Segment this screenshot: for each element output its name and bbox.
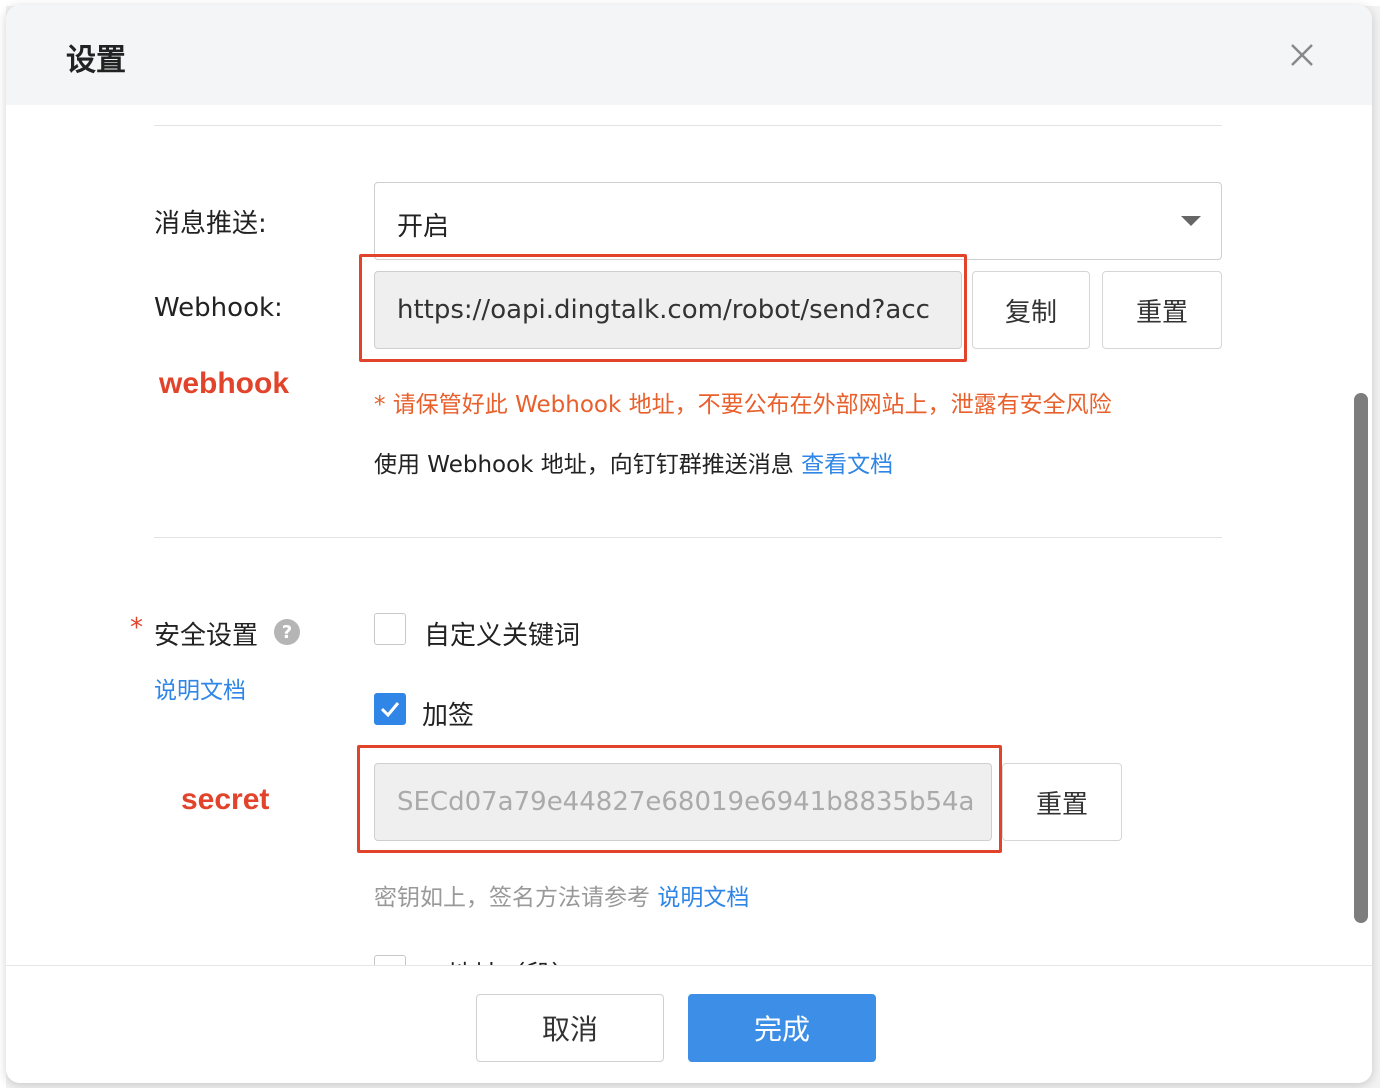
security-label: 安全设置 xyxy=(154,621,259,651)
dialog-body: 消息推送: 开启 Webhook: https://oapi.dingtalk.… xyxy=(6,105,1372,965)
secret-value: SECd07a79e44827e68019e6941b8835b54a xyxy=(397,787,975,817)
divider-top xyxy=(154,125,1222,126)
caret-down-icon xyxy=(1181,216,1201,226)
cancel-button[interactable]: 取消 xyxy=(476,994,664,1062)
keyword-checkbox-label[interactable]: 自定义关键词 xyxy=(424,615,580,652)
webhook-reset-button[interactable]: 重置 xyxy=(1102,271,1222,349)
ip-checkbox[interactable] xyxy=(374,955,406,965)
copy-button[interactable]: 复制 xyxy=(972,271,1090,349)
help-icon[interactable]: ? xyxy=(274,619,300,645)
webhook-label: Webhook: xyxy=(154,293,283,323)
scrollbar-thumb[interactable] xyxy=(1354,393,1368,923)
webhook-warning: * 请保管好此 Webhook 地址，不要公布在外部网站上，泄露有安全风险 xyxy=(374,392,1112,418)
webhook-url-field[interactable]: https://oapi.dingtalk.com/robot/send?acc xyxy=(374,271,962,349)
required-mark: * xyxy=(130,613,143,643)
ip-checkbox-label[interactable]: IP地址（段） xyxy=(424,955,577,965)
settings-dialog: 设置 消息推送: 开启 Webhook: https://oapi.dingta… xyxy=(6,5,1372,1083)
webhook-doc-link[interactable]: 查看文档 xyxy=(801,452,893,478)
secret-field[interactable]: SECd07a79e44827e68019e6941b8835b54a xyxy=(374,763,992,841)
secret-hint: 密钥如上，签名方法请参考 说明文档 xyxy=(374,878,749,912)
divider-middle xyxy=(154,537,1222,538)
dialog-title: 设置 xyxy=(66,43,126,78)
close-icon xyxy=(1291,44,1313,66)
webhook-info-text: 使用 Webhook 地址，向钉钉群推送消息 xyxy=(374,452,794,478)
close-button[interactable] xyxy=(1284,37,1320,73)
push-select-value: 开启 xyxy=(397,212,450,242)
sign-checkbox[interactable] xyxy=(374,693,406,725)
push-label: 消息推送: xyxy=(154,209,267,239)
security-doc-link[interactable]: 说明文档 xyxy=(154,671,246,705)
webhook-url-value: https://oapi.dingtalk.com/robot/send?acc xyxy=(397,295,930,325)
dialog-header: 设置 xyxy=(6,5,1372,105)
keyword-checkbox[interactable] xyxy=(374,613,406,645)
secret-hint-text: 密钥如上，签名方法请参考 xyxy=(374,885,650,911)
secret-doc-link[interactable]: 说明文档 xyxy=(657,885,749,911)
sign-checkbox-label[interactable]: 加签 xyxy=(422,695,474,732)
dialog-footer: 取消 完成 xyxy=(6,965,1372,1083)
webhook-info: 使用 Webhook 地址，向钉钉群推送消息 查看文档 xyxy=(374,445,893,479)
webhook-annotation: webhook xyxy=(159,367,290,400)
secret-annotation: secret xyxy=(181,783,270,816)
secret-reset-button[interactable]: 重置 xyxy=(1002,763,1122,841)
checkmark-icon xyxy=(380,702,400,718)
push-select[interactable]: 开启 xyxy=(374,182,1222,260)
done-button[interactable]: 完成 xyxy=(688,994,876,1062)
